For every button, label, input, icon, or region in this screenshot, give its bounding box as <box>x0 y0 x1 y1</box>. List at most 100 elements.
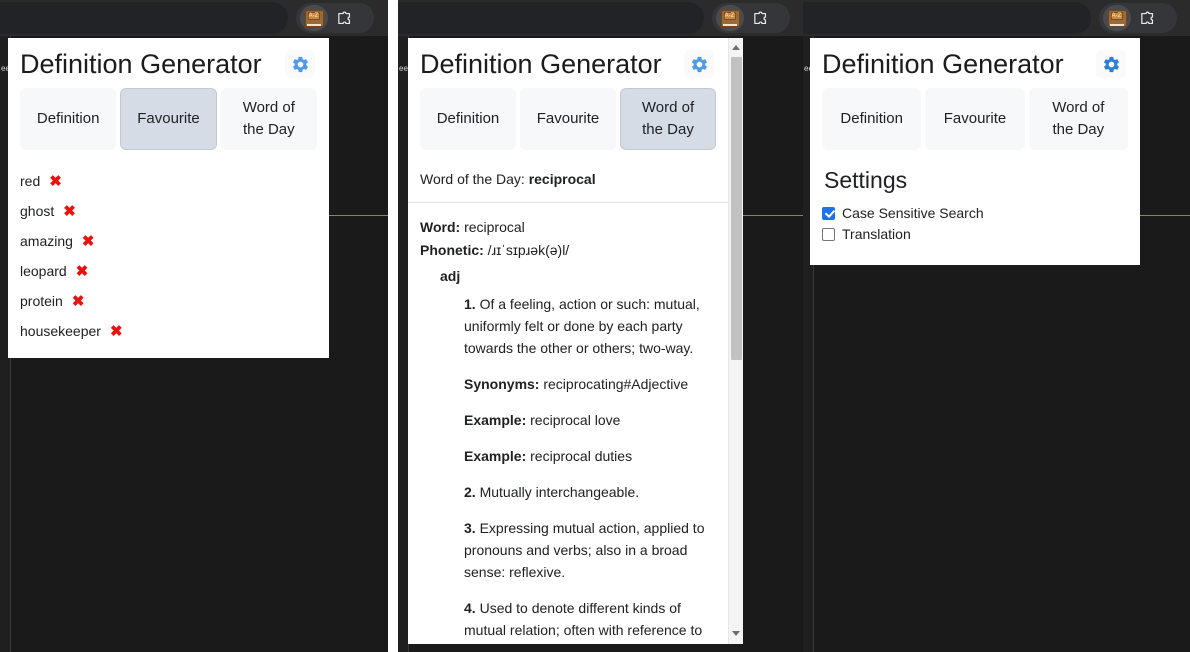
tab-definition[interactable]: Definition <box>420 88 516 150</box>
part-of-speech: adj <box>440 268 461 284</box>
case-sensitive-search-checkbox[interactable] <box>822 206 835 220</box>
wotd-word: reciprocal <box>528 171 596 187</box>
book-az-icon[interactable]: A-Z <box>300 5 328 31</box>
case-sensitive-search-label: Case Sensitive Search <box>842 205 984 221</box>
gear-icon <box>292 56 308 72</box>
phonetic-value: /ɹɪˈsɪpɹək(ə)l/ <box>487 242 570 258</box>
book-az-glyph: A-Z <box>304 9 324 27</box>
book-az-label: A-Z <box>723 11 736 20</box>
tab-word-of-the-day[interactable]: Word of the Day <box>1028 88 1128 150</box>
delete-icon[interactable]: ✖ <box>82 234 95 249</box>
favourite-word: amazing <box>20 233 73 249</box>
tab-word-of-the-day-label: Word of the Day <box>243 97 295 141</box>
scrollbar-thumb[interactable] <box>731 57 742 360</box>
scroll-up-arrow[interactable] <box>729 40 743 55</box>
sense-number: 1. <box>464 296 476 312</box>
setting-case-sensitive-search[interactable]: Case Sensitive Search <box>822 204 1128 222</box>
list-item[interactable]: housekeeper ✖ <box>20 322 317 340</box>
toolbar-extension-group: A-Z <box>296 3 374 33</box>
chevron-up-icon <box>732 45 740 50</box>
tab-bar: Definition Favourite Word of the Day <box>408 88 728 150</box>
definition-sense-1: 1. Of a feeling, action or such: mutual,… <box>464 293 714 359</box>
gear-icon <box>1103 56 1119 72</box>
sense-number: 3. <box>464 520 476 536</box>
gear-icon <box>691 56 707 72</box>
delete-icon[interactable]: ✖ <box>49 174 62 189</box>
settings-title: Settings <box>824 167 908 193</box>
settings-gear-button[interactable] <box>684 50 714 78</box>
popup-scrollbar[interactable] <box>728 38 743 644</box>
puzzle-piece-icon[interactable] <box>746 5 774 31</box>
address-bar[interactable] <box>0 2 288 34</box>
browser-window-word-of-the-day: ee A-Z Definition Generator Definition F… <box>398 0 803 652</box>
sense-text: Mutually interchangeable. <box>479 484 640 500</box>
list-item[interactable]: protein ✖ <box>20 292 317 310</box>
address-bar[interactable] <box>398 2 704 34</box>
book-az-label: A-Z <box>307 11 320 20</box>
book-az-icon[interactable]: A-Z <box>1103 5 1131 31</box>
address-bar[interactable] <box>803 2 1091 34</box>
book-az-glyph: A-Z <box>1107 9 1127 27</box>
word-value: reciprocal <box>464 219 525 235</box>
favourite-word: protein <box>20 293 63 309</box>
book-az-label: A-Z <box>1110 11 1123 20</box>
settings-panel: Settings Case Sensitive Search Translati… <box>810 150 1140 264</box>
toolbar-extension-group: A-Z <box>712 3 790 33</box>
delete-icon[interactable]: ✖ <box>110 324 123 339</box>
sense-number: 2. <box>464 484 476 500</box>
puzzle-piece-glyph <box>337 11 350 24</box>
example-row-1: Example: reciprocal love <box>464 409 714 431</box>
delete-icon[interactable]: ✖ <box>72 294 85 309</box>
tab-word-of-the-day-label: Word of the Day <box>642 97 694 141</box>
tab-favourite[interactable]: Favourite <box>520 88 616 150</box>
example-row-2: Example: reciprocal duties <box>464 445 714 467</box>
delete-icon[interactable]: ✖ <box>76 264 89 279</box>
extension-popup-favourite: Definition Generator Definition Favourit… <box>8 38 329 358</box>
chevron-down-icon <box>732 631 740 636</box>
tab-wotd-line1: Word of <box>641 99 695 116</box>
tab-word-of-the-day[interactable]: Word of the Day <box>620 88 716 150</box>
browser-toolbar: A-Z <box>398 0 803 36</box>
list-item[interactable]: red ✖ <box>20 172 317 190</box>
synonyms-value: reciprocating#Adjective <box>543 376 689 392</box>
page-title: Definition Generator <box>20 49 262 79</box>
tab-definition[interactable]: Definition <box>822 88 922 150</box>
toolbar-extension-group: A-Z <box>1099 3 1177 33</box>
translation-checkbox[interactable] <box>822 227 835 241</box>
synonyms-row: Synonyms: reciprocating#Adjective <box>464 373 714 395</box>
example-label: Example: <box>464 412 527 428</box>
puzzle-piece-glyph <box>1140 11 1153 24</box>
tab-favourite-label: Favourite <box>536 110 600 127</box>
list-item[interactable]: ghost ✖ <box>20 202 317 220</box>
puzzle-piece-icon[interactable] <box>330 5 358 31</box>
tab-definition-label: Definition <box>840 110 903 127</box>
settings-gear-button[interactable] <box>1096 50 1126 78</box>
word-label: Word: <box>420 219 461 235</box>
page-title: Definition Generator <box>822 49 1064 79</box>
book-az-icon[interactable]: A-Z <box>716 5 744 31</box>
tab-favourite[interactable]: Favourite <box>925 88 1025 150</box>
scroll-down-arrow[interactable] <box>729 626 743 641</box>
browser-window-settings: ee A-Z Definition Generator Definition F… <box>803 0 1190 652</box>
definition-sense-2: 2. Mutually interchangeable. <box>464 481 714 503</box>
tab-favourite[interactable]: Favourite <box>120 88 217 150</box>
puzzle-piece-icon[interactable] <box>1133 5 1161 31</box>
tab-word-of-the-day[interactable]: Word of the Day <box>220 88 317 150</box>
setting-translation[interactable]: Translation <box>822 225 1128 243</box>
wotd-prefix: Word of the Day: <box>420 171 525 187</box>
delete-icon[interactable]: ✖ <box>63 204 76 219</box>
list-item[interactable]: leopard ✖ <box>20 262 317 280</box>
settings-gear-button[interactable] <box>285 50 315 78</box>
tab-definition-label: Definition <box>436 110 500 127</box>
extension-popup-settings: Definition Generator Definition Favourit… <box>810 38 1140 265</box>
browser-screenshot-strip: ee A-Z Definition Generator Definition F… <box>0 0 1190 652</box>
tab-favourite-label: Favourite <box>137 110 200 127</box>
definition-sense-3: 3. Expressing mutual action, applied to … <box>464 517 714 583</box>
screenshot-gutter <box>388 0 398 652</box>
popup-header: Definition Generator <box>408 38 728 88</box>
tab-wotd-line2: the Day <box>1052 121 1105 138</box>
list-item[interactable]: amazing ✖ <box>20 232 317 250</box>
browser-toolbar: A-Z <box>803 0 1190 36</box>
tab-wotd-line1: Word of <box>242 99 295 116</box>
tab-definition[interactable]: Definition <box>20 88 117 150</box>
